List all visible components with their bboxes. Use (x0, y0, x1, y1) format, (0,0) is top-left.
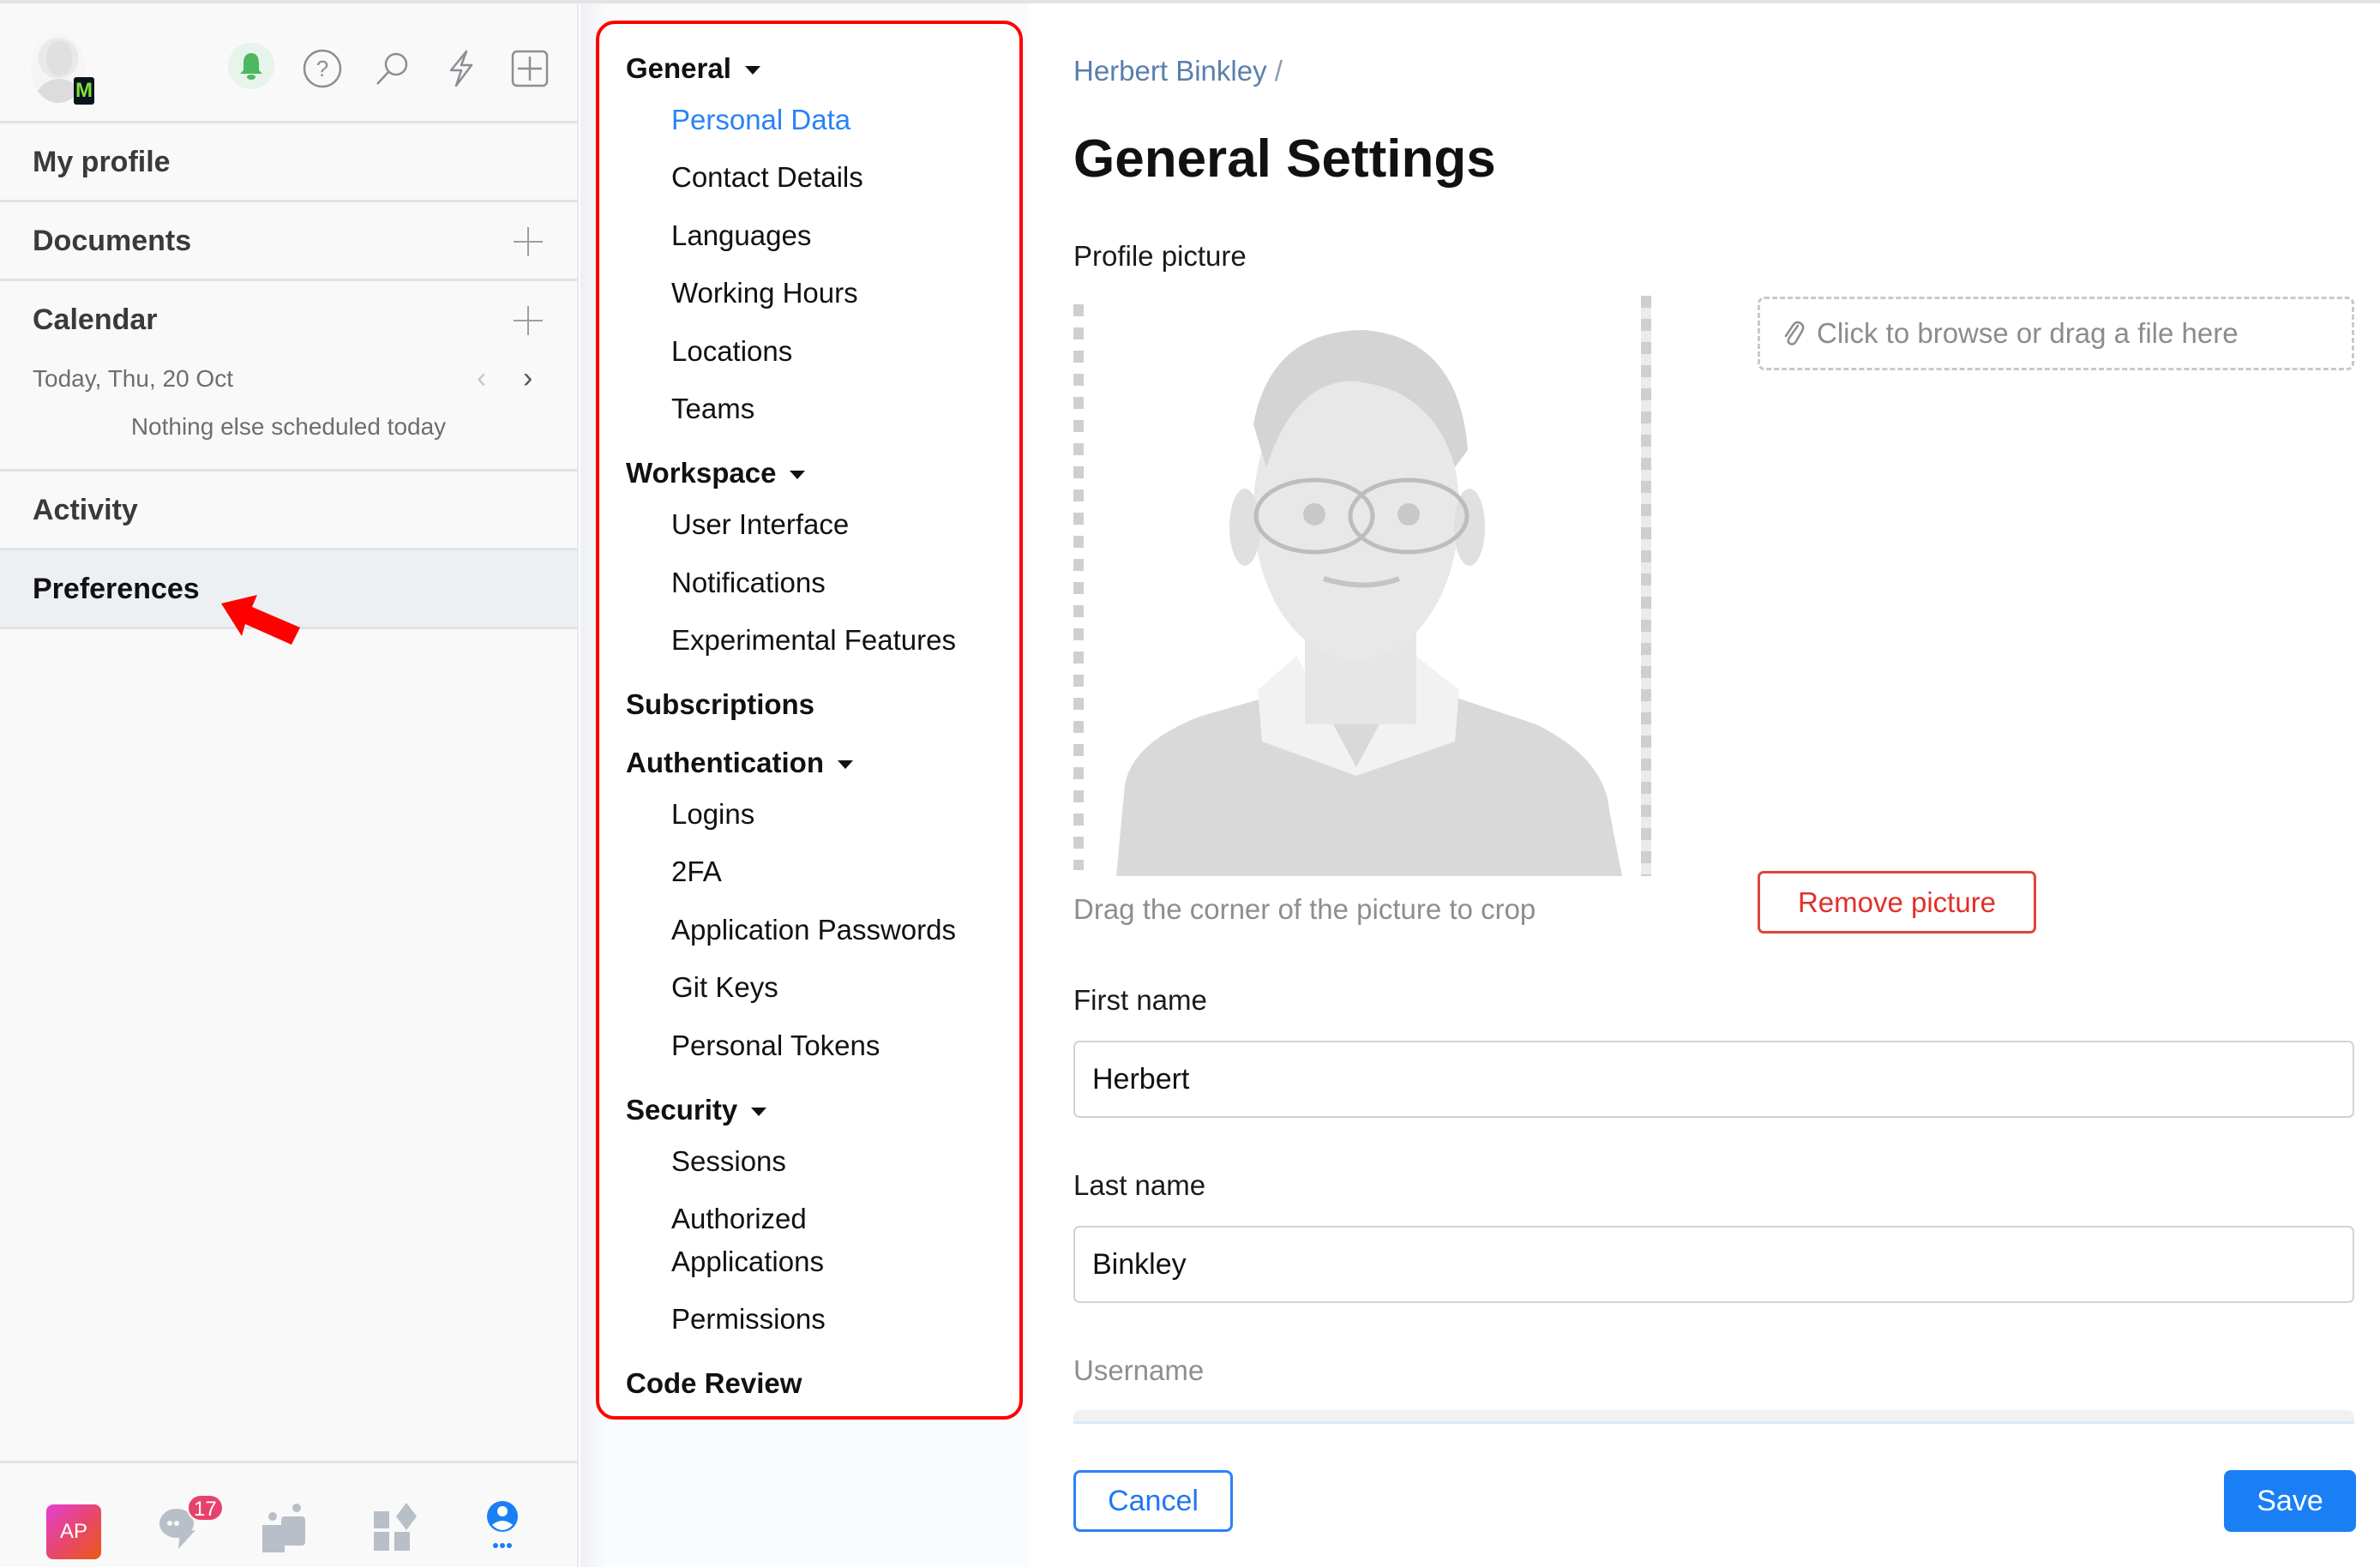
avatar-face (46, 41, 72, 75)
notifications-button[interactable] (228, 43, 274, 89)
calendar-date: Today, Thu, 20 Oct (33, 365, 233, 392)
nav-group-label: Code Review (626, 1367, 802, 1400)
profile-picture-image (1116, 330, 1622, 876)
calendar-empty-message: Nothing else scheduled today (130, 413, 447, 440)
nav-group-label: Security (626, 1093, 738, 1126)
people-icon[interactable] (257, 1498, 317, 1558)
nav-item-contact-details[interactable]: Contact Details (626, 155, 1012, 213)
svg-text:?: ? (316, 56, 328, 81)
drop-zone-text: Click to browse or drag a file here (1817, 317, 2239, 349)
nav-group-authentication[interactable]: Authentication (626, 734, 1012, 792)
username-input[interactable] (1073, 1410, 2354, 1424)
remove-picture-button[interactable]: Remove picture (1758, 871, 2036, 934)
last-name-label: Last name (1073, 1169, 1206, 1201)
add-document-icon[interactable] (514, 227, 543, 256)
nav-item-locations[interactable]: Locations (626, 329, 1012, 387)
workspace-badge[interactable]: M (74, 77, 94, 105)
chat-unread-badge: 17 (187, 1494, 224, 1522)
nav-item-personal-tokens[interactable]: Personal Tokens (626, 1024, 1012, 1082)
nav-group-label: Authentication (626, 746, 824, 778)
search-button[interactable] (369, 45, 417, 93)
nav-group-general[interactable]: General (626, 39, 1012, 98)
crop-hint: Drag the corner of the picture to crop (1073, 893, 1536, 925)
sidebar-item-calendar[interactable]: Calendar Today, Thu, 20 Oct ‹ › Nothing … (0, 281, 577, 471)
nav-item-application-passwords[interactable]: Application Passwords (626, 908, 1012, 966)
chevron-left-icon[interactable]: ‹ (477, 362, 486, 395)
help-icon: ? (303, 49, 342, 88)
add-square-icon (511, 50, 549, 87)
bell-icon (240, 53, 262, 80)
nav-item-teams[interactable]: Teams (626, 387, 1012, 445)
nav-group-security[interactable]: Security (626, 1081, 1012, 1139)
first-name-label: First name (1073, 984, 1207, 1016)
nav-group-label: General (626, 51, 731, 84)
page-title: General Settings (1073, 129, 1496, 189)
nav-item-user-interface[interactable]: User Interface (626, 502, 1012, 561)
file-drop-zone[interactable]: Click to browse or drag a file here (1758, 297, 2354, 370)
username-label: Username (1073, 1354, 1205, 1386)
left-sidebar: M ? My profile Documents Calendar Today,… (0, 3, 579, 1567)
caret-down-icon[interactable] (837, 759, 853, 769)
nav-group-label: Subscriptions (626, 688, 815, 721)
sidebar-header: M ? (0, 3, 577, 123)
nav-group-workspace[interactable]: Workspace (626, 445, 1012, 503)
bottom-nav: AP 17 (0, 1461, 577, 1567)
nav-item-logins[interactable]: Logins (626, 792, 1012, 850)
nav-item-personal-data[interactable]: Personal Data (626, 98, 1012, 156)
nav-item-permissions[interactable]: Permissions (626, 1297, 1012, 1355)
caret-down-icon[interactable] (790, 471, 806, 480)
profile-picture-cropper[interactable] (1073, 296, 1651, 876)
app-switcher-button[interactable]: AP (46, 1504, 101, 1559)
sidebar-item-my-profile[interactable]: My profile (0, 123, 577, 202)
caret-down-icon[interactable] (751, 1107, 767, 1116)
sidebar-item-label: Documents (33, 225, 192, 257)
nav-item-languages[interactable]: Languages (626, 213, 1012, 272)
nav-group-subscriptions[interactable]: Subscriptions (626, 676, 1012, 735)
nav-item-notifications[interactable]: Notifications (626, 561, 1012, 619)
sidebar-item-label: Activity (33, 494, 138, 526)
last-name-input[interactable] (1073, 1226, 2354, 1303)
profile-icon[interactable] (477, 1498, 537, 1558)
lightning-icon (449, 50, 473, 87)
breadcrumb-user-link[interactable]: Herbert Binkley (1073, 55, 1267, 87)
sidebar-item-label: Calendar (33, 303, 158, 336)
first-name-input[interactable] (1073, 1041, 2354, 1118)
help-button[interactable]: ? (298, 45, 346, 93)
settings-nav: General Personal Data Contact Details Langu… (626, 39, 1012, 1413)
apps-icon[interactable] (369, 1498, 429, 1558)
search-icon (376, 52, 408, 85)
nav-item-authorized-applications[interactable]: Authorized Applications (626, 1197, 849, 1297)
sidebar-item-label: Preferences (33, 573, 200, 605)
add-event-icon[interactable] (514, 306, 543, 335)
nav-item-sessions[interactable]: Sessions (626, 1139, 1012, 1198)
breadcrumb-separator: / (1274, 55, 1283, 87)
paperclip-icon (1784, 321, 1805, 345)
nav-item-git-keys[interactable]: Git Keys (626, 965, 1012, 1024)
save-button[interactable]: Save (2224, 1470, 2356, 1532)
nav-group-code-review[interactable]: Code Review (626, 1355, 1012, 1414)
create-new-button[interactable] (506, 45, 554, 93)
sidebar-item-label: My profile (33, 146, 171, 178)
profile-picture-label: Profile picture (1073, 240, 1247, 272)
nav-group-label: Workspace (626, 457, 777, 489)
sidebar-item-documents[interactable]: Documents (0, 202, 577, 281)
nav-item-working-hours[interactable]: Working Hours (626, 271, 1012, 329)
annotation-arrow-icon (221, 595, 300, 645)
breadcrumb: Herbert Binkley / (1073, 55, 1283, 87)
quick-actions-button[interactable] (437, 45, 485, 93)
nav-item-2fa[interactable]: 2FA (626, 850, 1012, 908)
chevron-right-icon[interactable]: › (523, 362, 532, 395)
cancel-button[interactable]: Cancel (1073, 1470, 1233, 1532)
sidebar-item-activity[interactable]: Activity (0, 471, 577, 550)
nav-item-experimental-features[interactable]: Experimental Features (626, 618, 1012, 676)
caret-down-icon[interactable] (744, 65, 760, 75)
